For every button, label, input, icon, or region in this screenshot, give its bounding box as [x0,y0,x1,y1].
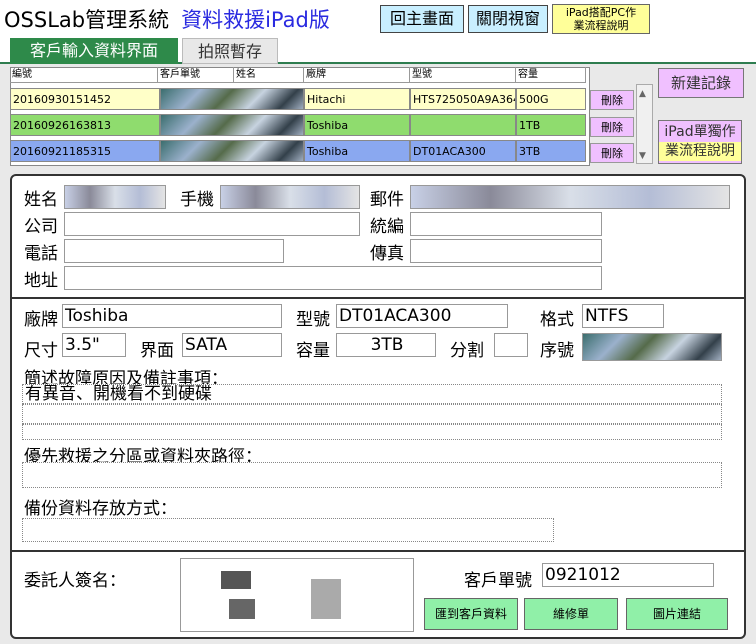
app-subtitle: 資料救援iPad版 [181,8,330,32]
row1-delete-button[interactable]: 刪除 [590,90,634,110]
row2-brand[interactable]: Toshiba [304,114,410,136]
tel-field[interactable] [64,239,284,263]
row3-id[interactable]: 20160921185315 [10,140,160,162]
row3-model[interactable]: DT01ACA300 [410,140,516,162]
tel-label: 電話 [24,244,58,264]
row1-model[interactable]: HTS725050A9A364 [410,88,516,110]
email-label: 郵件 [370,190,404,210]
address-label: 地址 [24,271,58,291]
section-divider-1 [12,297,744,299]
row2-delete-button[interactable]: 刪除 [590,117,634,137]
backup-field[interactable] [22,518,554,542]
model-field[interactable]: DT01ACA300 [336,304,508,328]
name-field[interactable] [64,185,166,209]
col-header-brand: 廠牌 [304,67,410,83]
image-link-button[interactable]: 圖片連結 [626,598,728,630]
size-label: 尺寸 [24,341,58,361]
row2-capacity[interactable]: 1TB [516,114,586,136]
brand-field[interactable]: Toshiba [62,304,282,328]
col-header-capacity: 容量 [516,67,586,83]
taxid-label: 統編 [370,217,404,237]
format-field[interactable]: NTFS [582,304,664,328]
row2-id[interactable]: 20160926163813 [10,114,160,136]
table-scrollbar[interactable]: ▲ ▼ [636,84,653,164]
signature-pad[interactable] [180,558,414,632]
fault-field-line3[interactable] [22,424,722,440]
partition-label: 分割 [450,341,484,361]
app-name: OSSLab管理系統 [4,8,170,32]
address-field[interactable] [64,266,602,290]
ipad-solo-help-button[interactable]: iPad單獨作 業流程說明 [658,120,742,164]
taxid-field[interactable] [410,212,602,236]
row2-model[interactable] [410,114,516,136]
order-number-label: 客戶單號 [464,571,532,591]
row1-brand[interactable]: Hitachi [304,88,410,110]
row1-capacity[interactable]: 500G [516,88,586,110]
row3-delete-button[interactable]: 刪除 [590,143,634,163]
row1-id[interactable]: 20160930151452 [10,88,160,110]
tab-photo-temp[interactable]: 拍照暫存 [182,38,278,64]
email-field[interactable] [410,185,730,209]
col-header-id: 編號 [10,67,158,83]
partition-field[interactable] [494,333,528,357]
fault-field-line1[interactable]: 有異音、開機看不到硬碟 [22,384,722,404]
row3-redacted [160,140,304,162]
row2-redacted [160,114,304,136]
priority-field[interactable] [22,462,722,488]
interface-label: 界面 [140,341,174,361]
company-label: 公司 [24,217,58,237]
serial-field[interactable] [582,333,722,361]
interface-field[interactable]: SATA [182,333,282,357]
capacity-field[interactable]: 3TB [336,333,436,357]
brand-label: 廠牌 [24,310,58,330]
capacity-label: 容量 [296,341,330,361]
section-divider-2 [12,550,744,552]
repair-order-button[interactable]: 維修單 [524,598,618,630]
help-line-1: iPad搭配PC作 [565,6,637,19]
mobile-label: 手機 [180,190,214,210]
tab-customer-input[interactable]: 客戶輸入資料界面 [10,38,178,64]
fax-field[interactable] [410,239,602,263]
signature-scribble-1 [221,571,251,589]
row3-capacity[interactable]: 3TB [516,140,586,162]
ipad-solo-line-2: 業流程說明 [659,142,741,161]
close-window-button[interactable]: 關閉視窗 [468,5,548,33]
name-label: 姓名 [24,190,58,210]
row1-redacted [160,88,304,110]
ipad-solo-line-1: iPad單獨作 [664,124,736,140]
col-header-name: 姓名 [234,67,304,83]
fax-label: 傳真 [370,244,404,264]
fault-field-line2[interactable] [22,404,722,424]
signature-label: 委託人簽名： [24,571,126,591]
mobile-field[interactable] [220,185,360,209]
scroll-up-icon[interactable]: ▲ [639,89,646,99]
format-label: 格式 [540,310,574,330]
import-customer-button[interactable]: 匯到客戶資料 [424,598,518,630]
signature-scribble-3 [311,579,341,619]
signature-scribble-2 [229,599,255,619]
order-number-field[interactable]: 0921012 [542,563,714,587]
scroll-down-icon[interactable]: ▼ [639,151,646,161]
backup-label: 備份資料存放方式： [24,499,177,519]
ipad-pc-help-button[interactable]: iPad搭配PC作 業流程說明 [552,4,650,34]
model-label: 型號 [296,310,330,330]
new-record-button[interactable]: 新建記錄 [658,68,744,98]
serial-label: 序號 [540,341,574,361]
size-field[interactable]: 3.5" [62,333,126,357]
help-line-2: 業流程說明 [573,19,629,32]
app-title: OSSLab管理系統 資料救援iPad版 [4,4,330,34]
company-field[interactable] [64,212,360,236]
col-header-model: 型號 [410,67,516,83]
col-header-order: 客戶單號 [158,67,234,83]
row3-brand[interactable]: Toshiba [304,140,410,162]
home-button[interactable]: 回主畫面 [380,5,464,33]
